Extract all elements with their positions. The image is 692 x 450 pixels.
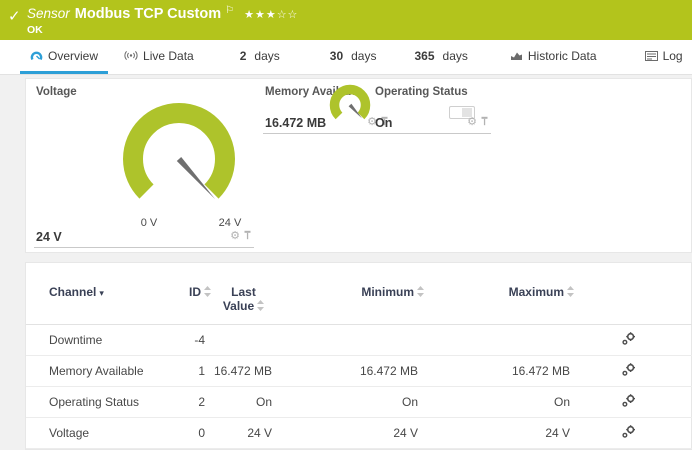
sort-icon: [417, 286, 424, 300]
table-header-row: Channel▾ ID LastValue Minimum Maximum: [26, 281, 692, 325]
voltage-gauge-min-label: 0 V: [129, 217, 169, 229]
operating-status-panel: Operating Status On ⚙: [373, 86, 491, 134]
channel-last-value: [211, 325, 276, 356]
channel-name: Downtime: [26, 325, 181, 356]
maximum-header-label: Maximum: [509, 285, 564, 299]
tab-30-days-number: 30: [330, 49, 343, 63]
stars-filled: ★★★: [244, 9, 277, 21]
memory-available-panel: Memory Available 16.472 MB ⚙: [263, 86, 391, 134]
channels-table: Channel▾ ID LastValue Minimum Maximum Do…: [26, 281, 692, 449]
tab-30-days-label: days: [351, 49, 376, 63]
last-value-header-line2: Value: [223, 299, 254, 313]
operating-settings-gear-icon[interactable]: ⚙: [467, 117, 477, 128]
column-header-channel[interactable]: Channel▾: [26, 281, 181, 325]
channel-maximum: 24 V: [424, 418, 574, 449]
sort-icon: [567, 286, 574, 300]
voltage-panel: Voltage 0 V 24 V 24 V ⚙: [34, 86, 254, 248]
sort-icon: [257, 300, 264, 314]
gauges-card: Voltage 0 V 24 V 24 V ⚙ Memory Available: [25, 78, 692, 253]
tab-live-data-label: Live Data: [143, 49, 194, 63]
last-value-header-line1: Last: [231, 285, 256, 299]
stars-empty: ☆☆: [277, 9, 299, 21]
voltage-value: 24 V: [36, 230, 62, 244]
channels-card: Channel▾ ID LastValue Minimum Maximum Do…: [25, 262, 692, 450]
voltage-pin-icon[interactable]: [243, 227, 252, 245]
tab-2-days[interactable]: 2 days: [230, 40, 290, 74]
column-header-minimum[interactable]: Minimum: [276, 281, 424, 325]
sensor-header: ✓ Sensor Modbus TCP Custom ⚐ ★★★☆☆ OK: [0, 0, 692, 40]
sensor-kind-label: Sensor: [27, 6, 70, 21]
channel-settings-icon[interactable]: [622, 425, 636, 438]
operating-pin-icon[interactable]: [480, 113, 489, 131]
favorite-rating[interactable]: ★★★☆☆: [244, 9, 298, 21]
channel-settings-icon[interactable]: [622, 363, 636, 376]
sort-icon: [204, 286, 211, 300]
table-row-downtime: Downtime -4: [26, 325, 692, 356]
channel-last-value: On: [211, 387, 276, 418]
channel-maximum: [424, 325, 574, 356]
voltage-settings-gear-icon[interactable]: ⚙: [230, 231, 240, 242]
operating-panel-title: Operating Status: [375, 86, 468, 98]
channel-id: 2: [181, 387, 211, 418]
minimum-header-label: Minimum: [361, 285, 414, 299]
page-title: Modbus TCP Custom: [75, 6, 221, 22]
log-list-icon: [645, 51, 658, 61]
channel-last-value: 24 V: [211, 418, 276, 449]
channel-name: Voltage: [26, 418, 181, 449]
tab-2-days-number: 2: [240, 49, 247, 63]
channel-settings-icon[interactable]: [622, 394, 636, 407]
id-header-label: ID: [189, 285, 201, 299]
tab-log[interactable]: Log: [635, 40, 692, 74]
bar-chart-icon: [510, 50, 523, 61]
status-ok-check-icon: ✓: [8, 7, 21, 25]
voltage-panel-title: Voltage: [36, 86, 77, 98]
tab-30-days[interactable]: 30 days: [320, 40, 387, 74]
live-signal-icon: [124, 50, 138, 61]
tab-live-data[interactable]: Live Data: [114, 40, 204, 74]
channel-minimum: 16.472 MB: [276, 356, 424, 387]
channel-name: Memory Available: [26, 356, 181, 387]
table-row-operating-status: Operating Status 2 On On On: [26, 387, 692, 418]
tab-overview-label: Overview: [48, 49, 98, 63]
tab-overview[interactable]: Overview: [20, 40, 108, 74]
tab-2-days-label: days: [254, 49, 279, 63]
table-row-voltage: Voltage 0 24 V 24 V 24 V: [26, 418, 692, 449]
tab-log-label: Log: [663, 49, 683, 63]
tab-365-days[interactable]: 365 days: [404, 40, 477, 74]
channel-minimum: On: [276, 387, 424, 418]
column-header-last-value[interactable]: LastValue: [211, 281, 276, 325]
status-badge: OK: [27, 24, 43, 36]
channel-settings-icon[interactable]: [622, 332, 636, 345]
channel-header-label: Channel: [49, 285, 96, 299]
channel-id: -4: [181, 325, 211, 356]
memory-value: 16.472 MB: [265, 116, 326, 130]
channel-name: Operating Status: [26, 387, 181, 418]
tab-historic-data[interactable]: Historic Data: [500, 40, 607, 74]
channel-minimum: 24 V: [276, 418, 424, 449]
table-row-memory-available: Memory Available 1 16.472 MB 16.472 MB 1…: [26, 356, 692, 387]
priority-flag-icon[interactable]: ⚐: [225, 5, 234, 16]
tab-365-days-number: 365: [414, 49, 434, 63]
operating-status-value: On: [375, 116, 392, 130]
voltage-gauge: [116, 102, 242, 220]
sort-direction-caret-icon: ▾: [99, 288, 104, 298]
channel-maximum: 16.472 MB: [424, 356, 574, 387]
prtg-sensor-page: ✓ Sensor Modbus TCP Custom ⚐ ★★★☆☆ OK Overv…: [0, 0, 692, 450]
column-header-maximum[interactable]: Maximum: [424, 281, 574, 325]
column-header-actions: [574, 281, 692, 325]
tab-bar: Overview Live Data 2 days 30 days 365 da…: [0, 40, 692, 75]
channel-minimum: [276, 325, 424, 356]
tab-historic-data-label: Historic Data: [528, 49, 597, 63]
tab-365-days-label: days: [443, 49, 468, 63]
channel-maximum: On: [424, 387, 574, 418]
gauge-icon: [30, 50, 43, 62]
channel-id: 1: [181, 356, 211, 387]
channel-id: 0: [181, 418, 211, 449]
channel-last-value: 16.472 MB: [211, 356, 276, 387]
column-header-id[interactable]: ID: [181, 281, 211, 325]
